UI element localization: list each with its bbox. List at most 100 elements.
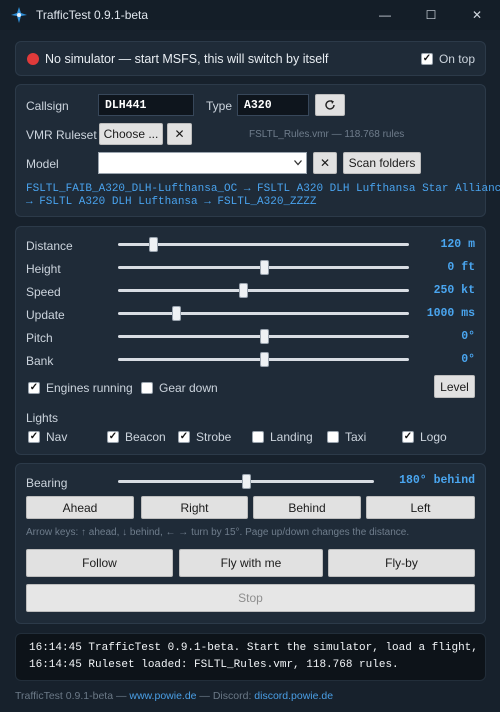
distance-slider-track[interactable]	[118, 243, 409, 246]
log-line-2: 16:14:45 Ruleset loaded: FSLTL_Rules.vmr…	[29, 659, 399, 671]
behind-button[interactable]: Behind	[253, 496, 361, 519]
distance-label: Distance	[26, 239, 73, 253]
bank-label: Bank	[26, 354, 54, 368]
left-label: Left	[410, 500, 431, 515]
callsign-input[interactable]: DLH441	[98, 94, 194, 116]
light-landing-label: Landing	[270, 430, 313, 444]
update-slider-thumb[interactable]	[172, 306, 181, 321]
distance-value: 120 m	[440, 238, 475, 251]
status-indicator	[27, 53, 39, 65]
aircraft-panel: Callsign DLH441 Type A320 VMR Ruleset Ch…	[15, 84, 500, 217]
footer: TrafficTest 0.9.1-beta — www.powie.de — …	[15, 690, 333, 702]
type-label: Type	[206, 99, 233, 113]
model-chain-line-2: → FSLTL A320 DLH Lufthansa → FSLTL_A320_…	[26, 196, 317, 208]
left-button[interactable]: Left	[366, 496, 475, 519]
light-nav-checkbox[interactable]: ✓ Nav	[28, 430, 67, 444]
distance-slider-thumb[interactable]	[149, 237, 158, 252]
bearing-value: 180° behind	[399, 474, 475, 487]
level-button[interactable]: Level	[434, 375, 475, 398]
light-strobe-checkbox[interactable]: ✓ Strobe	[178, 430, 231, 444]
light-strobe-label: Strobe	[196, 430, 232, 444]
fly-with-me-label: Fly with me	[220, 556, 282, 570]
update-value: 1000 ms	[426, 307, 475, 320]
close-window-button[interactable]: ✕	[454, 0, 500, 30]
speed-label: Speed	[26, 285, 61, 299]
update-slider-track[interactable]	[118, 312, 409, 315]
website-link[interactable]: www.powie.de	[129, 690, 196, 702]
follow-button[interactable]: Follow	[26, 549, 173, 577]
type-input[interactable]: A320	[237, 94, 309, 116]
light-taxi-label: Taxi	[345, 430, 367, 444]
clear-model-button[interactable]: ✕	[313, 152, 337, 174]
title-bar: TrafficTest 0.9.1-beta — ☐ ✕	[0, 0, 500, 30]
ahead-label: Ahead	[62, 500, 98, 515]
scan-label: Scan folders	[348, 156, 416, 170]
ruleset-info: FSLTL_Rules.vmr — 118.768 rules	[249, 129, 405, 140]
light-taxi-check[interactable]	[327, 431, 339, 443]
fly-by-label: Fly-by	[385, 556, 418, 570]
model-chain-line-1: FSLTL_FAIB_A320_DLH-Lufthansa_OC → FSLTL…	[26, 183, 500, 195]
update-label: Update	[26, 308, 65, 322]
pitch-label: Pitch	[26, 331, 53, 345]
light-logo-check[interactable]: ✓	[402, 431, 414, 443]
minimize-button[interactable]: —	[362, 0, 408, 30]
bearing-panel: Bearing 180° behind Ahead Right Behind L…	[15, 463, 486, 624]
light-beacon-check[interactable]: ✓	[107, 431, 119, 443]
bearing-label: Bearing	[26, 476, 68, 490]
callsign-value: DLH441	[105, 98, 147, 112]
on-top-checkbox[interactable]: ✓ On top	[420, 52, 475, 66]
light-landing-checkbox[interactable]: Landing	[252, 430, 313, 444]
speed-slider-thumb[interactable]	[239, 283, 248, 298]
gear-check[interactable]	[141, 382, 153, 394]
light-nav-label: Nav	[46, 430, 68, 444]
log-panel[interactable]: 16:14:45 TrafficTest 0.9.1-beta. Start t…	[15, 633, 486, 681]
discord-link[interactable]: discord.powie.de	[254, 690, 333, 702]
clear-ruleset-button[interactable]: ✕	[167, 123, 192, 145]
choose-label: Choose ...	[103, 127, 159, 141]
maximize-button[interactable]: ☐	[408, 0, 454, 30]
height-value: 0 ft	[447, 261, 475, 274]
ahead-button[interactable]: Ahead	[26, 496, 134, 519]
engines-check[interactable]: ✓	[28, 382, 40, 394]
light-beacon-checkbox[interactable]: ✓ Beacon	[107, 430, 166, 444]
scan-folders-button[interactable]: Scan folders	[343, 152, 421, 174]
bearing-slider-thumb[interactable]	[242, 474, 251, 489]
light-nav-check[interactable]: ✓	[28, 431, 40, 443]
on-top-check[interactable]: ✓	[420, 53, 433, 65]
pitch-value: 0°	[461, 330, 475, 343]
level-label: Level	[440, 379, 469, 394]
light-logo-label: Logo	[420, 430, 447, 444]
choose-ruleset-button[interactable]: Choose ...	[99, 123, 163, 145]
model-label: Model	[26, 157, 59, 171]
gear-label: Gear down	[159, 381, 218, 395]
height-slider-thumb[interactable]	[260, 260, 269, 275]
behind-label: Behind	[288, 500, 326, 515]
clear-icon: ✕	[174, 127, 185, 141]
engines-label: Engines running	[46, 381, 133, 395]
bank-slider-thumb[interactable]	[260, 352, 269, 367]
stop-label: Stop	[238, 591, 263, 605]
keyboard-hint: Arrow keys: ↑ ahead, ↓ behind, ← → turn …	[26, 527, 410, 538]
pitch-slider-thumb[interactable]	[260, 329, 269, 344]
footer-discord-prefix: — Discord:	[196, 690, 255, 702]
right-label: Right	[180, 500, 209, 515]
stop-button[interactable]: Stop	[26, 584, 475, 612]
light-logo-checkbox[interactable]: ✓ Logo	[402, 430, 447, 444]
model-select[interactable]	[98, 152, 307, 174]
right-button[interactable]: Right	[141, 496, 248, 519]
refresh-button[interactable]	[315, 94, 345, 116]
light-strobe-check[interactable]: ✓	[178, 431, 190, 443]
gear-down-checkbox[interactable]: Gear down	[141, 381, 218, 395]
height-label: Height	[26, 262, 61, 276]
close-icon: ✕	[471, 8, 483, 22]
fly-with-me-button[interactable]: Fly with me	[179, 549, 323, 577]
status-message: No simulator — start MSFS, this will swi…	[45, 52, 329, 66]
minimize-icon: —	[379, 8, 391, 22]
fly-by-button[interactable]: Fly-by	[328, 549, 475, 577]
light-taxi-checkbox[interactable]: Taxi	[327, 430, 366, 444]
light-landing-check[interactable]	[252, 431, 264, 443]
follow-label: Follow	[82, 556, 117, 570]
engines-running-checkbox[interactable]: ✓ Engines running	[28, 381, 133, 395]
speed-slider-track[interactable]	[118, 289, 409, 292]
on-top-label: On top	[438, 52, 475, 66]
